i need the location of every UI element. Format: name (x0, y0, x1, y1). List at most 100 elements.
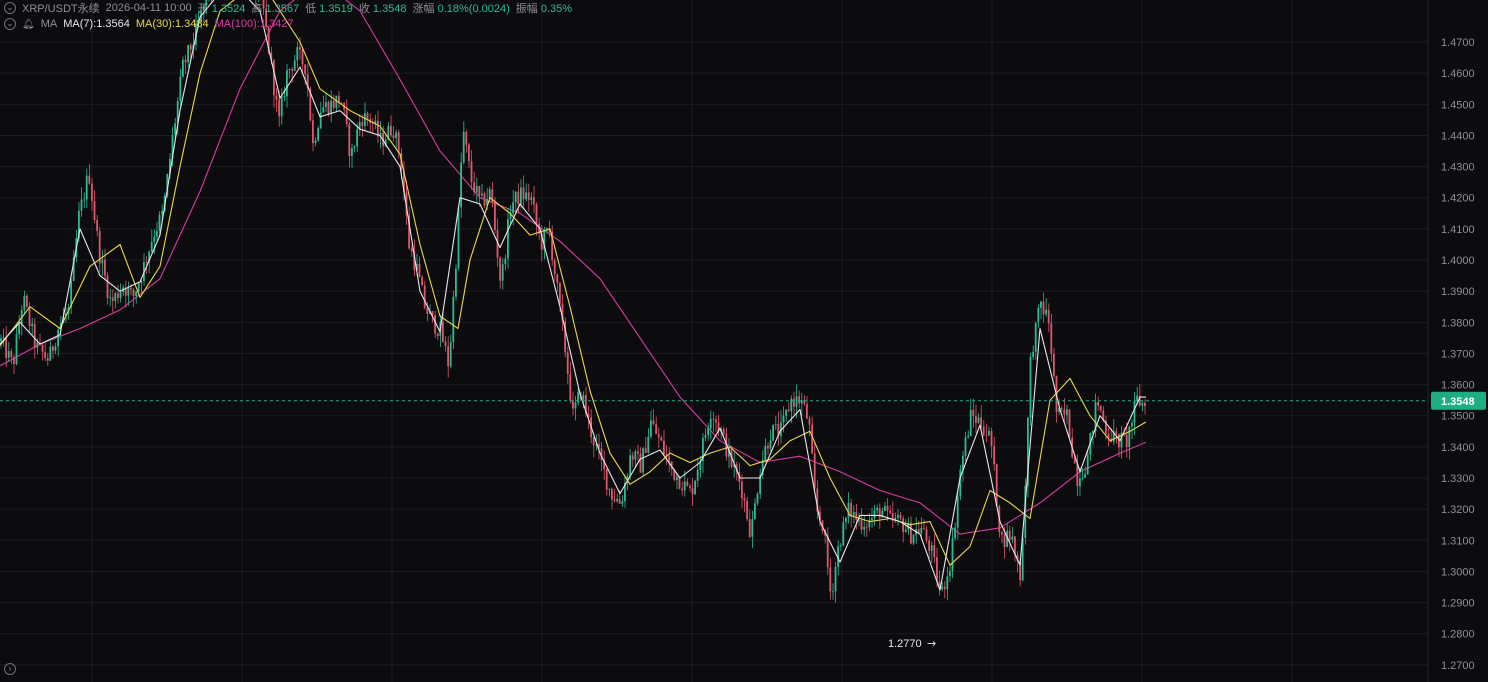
y-tick-label: 1.2900 (1441, 598, 1475, 610)
y-tick-label: 1.3800 (1441, 317, 1475, 329)
candle-body (1003, 534, 1006, 548)
candle-body (26, 295, 28, 307)
candle-body (842, 522, 845, 546)
candle-body (639, 453, 642, 473)
ma100-value: MA(100):1.3427 (214, 18, 294, 30)
candle-body (946, 576, 949, 590)
candle-body (132, 289, 135, 297)
candle-body (676, 476, 678, 480)
y-tick-label: 1.4700 (1441, 37, 1475, 49)
candle-body (652, 420, 655, 425)
candle-body (293, 60, 296, 71)
y-tick-label: 1.4600 (1441, 68, 1475, 80)
candle-body (621, 501, 624, 504)
candle-body (826, 535, 829, 568)
candle-body (57, 329, 59, 347)
candle-body (291, 68, 293, 71)
ma-label[interactable]: MA (41, 18, 58, 30)
candle-body (941, 586, 943, 590)
candle-body (364, 113, 366, 126)
candle-body (1032, 351, 1034, 357)
candle-body (130, 287, 132, 290)
candle-body (182, 59, 184, 77)
y-tick-label: 1.4000 (1441, 255, 1475, 267)
candle-body (743, 498, 746, 501)
candle-body (96, 219, 98, 231)
candle-body (93, 200, 96, 220)
candle-body (611, 488, 613, 500)
change-group: 涨幅 0.18%(0.0024) (413, 0, 510, 16)
ma30-value: MA(30):1.3484 (135, 18, 209, 30)
candle-body (696, 469, 699, 481)
candle-body (535, 204, 538, 224)
candle-body (1081, 477, 1084, 479)
candle-body (928, 540, 930, 551)
candle-body (748, 519, 751, 537)
candle-time: 2026-04-11 10:00 (105, 2, 192, 14)
ohlc-row: ⌄ XRP/USDT永续 2026-04-11 10:00 开 1.3524 高… (4, 0, 572, 16)
bell-icon[interactable]: 🔔︎ (22, 19, 35, 30)
candle-body (423, 285, 426, 309)
candle-body (114, 293, 117, 302)
candle-body (494, 202, 496, 231)
candle-body (278, 99, 280, 117)
candle-body (751, 519, 754, 537)
candle-body (1133, 401, 1136, 423)
candle-body (10, 351, 13, 358)
candle-body (1029, 356, 1032, 418)
candle-body (689, 485, 691, 488)
candle-body (855, 511, 858, 521)
collapse-caret-icon[interactable]: ⌄ (4, 2, 16, 14)
candle-body (442, 322, 444, 342)
y-tick-label: 1.4300 (1441, 162, 1475, 174)
candle-body (135, 291, 137, 297)
candle-body (1063, 409, 1066, 415)
candle-body (663, 440, 665, 455)
candle-body (28, 306, 31, 327)
candle-body (756, 494, 759, 504)
candle-body (904, 529, 907, 532)
low-value: 1.3519 (319, 3, 353, 15)
candle-body (520, 187, 522, 205)
candle-body (18, 323, 20, 335)
candle-body (1045, 309, 1047, 315)
candle-body (1008, 530, 1011, 540)
candle-body (982, 426, 985, 436)
candle-body (764, 445, 767, 460)
change-value: 0.18%(0.0024) (437, 3, 510, 15)
candle-body (1068, 409, 1071, 438)
y-tick-label: 1.3900 (1441, 286, 1475, 298)
candle-body (925, 528, 928, 541)
candle-body (158, 214, 161, 232)
candle-body (832, 591, 834, 593)
candle-body (137, 283, 140, 292)
candle-body (657, 433, 660, 438)
candle-body (470, 161, 473, 183)
candle-body (972, 409, 975, 417)
candle-body (36, 342, 39, 348)
candle-body (2, 337, 5, 339)
candle-body (418, 263, 421, 278)
candle-body (949, 571, 951, 577)
candle-body (691, 487, 694, 495)
chart-background (0, 0, 1488, 682)
open-group: 开 1.3524 (198, 0, 246, 16)
candle-body (335, 95, 338, 108)
candlestick-chart[interactable]: 1.4700 1.4600 1.4500 1.4400 1.4300 1.4200 1.41… (0, 0, 1488, 682)
ma-caret-icon[interactable]: ⌄ (4, 18, 16, 30)
candle-body (88, 175, 91, 184)
candle-body (117, 293, 119, 299)
expand-panel-caret-icon[interactable]: › (4, 663, 16, 675)
candle-body (839, 545, 842, 547)
candle-body (559, 283, 561, 304)
candle-body (871, 518, 873, 521)
candle-body (902, 518, 904, 532)
candle-body (1141, 402, 1144, 406)
candle-body (977, 417, 980, 423)
candle-body (790, 398, 793, 412)
candle-body (174, 123, 176, 135)
candle-body (829, 567, 832, 592)
candle-body (501, 264, 504, 281)
candle-body (741, 481, 743, 499)
candle-body (769, 440, 772, 449)
